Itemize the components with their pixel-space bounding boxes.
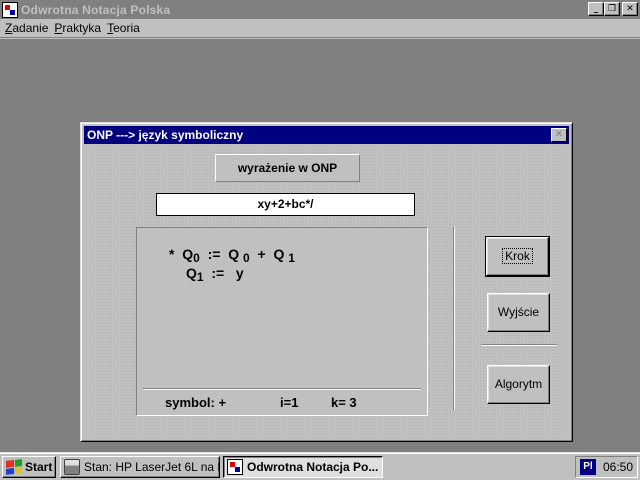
step-marker: * [169, 246, 175, 262]
app-icon[interactable] [2, 1, 18, 18]
dialog-body: wyrażenie w ONP xy+2+bc*/ * Q0 := Q 0 + … [89, 148, 566, 435]
dialog-title: ONP ---> język symboliczny [87, 128, 244, 142]
start-button[interactable]: Start [2, 456, 56, 478]
onp-label: wyrażenie w ONP [215, 154, 360, 182]
printer-icon [64, 459, 80, 475]
minimize-button[interactable]: _ [588, 2, 604, 16]
vertical-divider [453, 227, 455, 410]
status-i: i=1 [280, 395, 299, 410]
system-tray: Pl 06:50 [575, 456, 638, 478]
taskbar: Start Stan: HP LaserJet 6L na L... Odwro… [0, 452, 640, 480]
close-button[interactable]: ✕ [622, 2, 638, 16]
taskbar-item-printer[interactable]: Stan: HP LaserJet 6L na L... [60, 456, 220, 478]
app-title-bar: Odwrotna Notacja Polska _ ❐ ✕ [0, 0, 640, 19]
dialog-title-bar[interactable]: ONP ---> język symboliczny ✕ [84, 126, 569, 144]
windows-logo-icon [6, 459, 22, 475]
formula-line-1: * Q0 := Q 0 + Q 1 [169, 246, 295, 265]
algorytm-button[interactable]: Algorytm [487, 365, 550, 404]
formula-panel: * Q0 := Q 0 + Q 1 Q1 := y symbol: + i=1 … [136, 227, 428, 416]
status-k: k= 3 [331, 395, 357, 410]
restore-button[interactable]: ❐ [604, 2, 620, 16]
menu-teoria[interactable]: Teoria [104, 21, 143, 35]
dialog-close-button[interactable]: ✕ [551, 128, 567, 142]
menu-zadanie[interactable]: Zadanie [2, 21, 51, 35]
app-icon [227, 459, 243, 475]
app-title: Odwrotna Notacja Polska [21, 2, 171, 17]
caption-buttons: _ ❐ ✕ [588, 2, 638, 16]
krok-button[interactable]: Krok [485, 236, 550, 277]
expression-field[interactable]: xy+2+bc*/ [156, 193, 415, 216]
wyjscie-button[interactable]: Wyjście [487, 293, 550, 332]
status-symbol: symbol: + [165, 395, 227, 410]
language-indicator[interactable]: Pl [580, 459, 596, 475]
panel-divider [143, 388, 421, 390]
menu-praktyka[interactable]: Praktyka [51, 21, 104, 35]
taskbar-item-onp[interactable]: Odwrotna Notacja Po... [223, 456, 383, 478]
button-divider [482, 344, 557, 346]
clock[interactable]: 06:50 [603, 460, 633, 474]
onp-dialog: ONP ---> język symboliczny ✕ wyrażenie w… [80, 122, 573, 442]
formula-line-2: Q1 := y [186, 265, 244, 284]
menu-bar: Zadanie Praktyka Teoria [0, 19, 640, 38]
